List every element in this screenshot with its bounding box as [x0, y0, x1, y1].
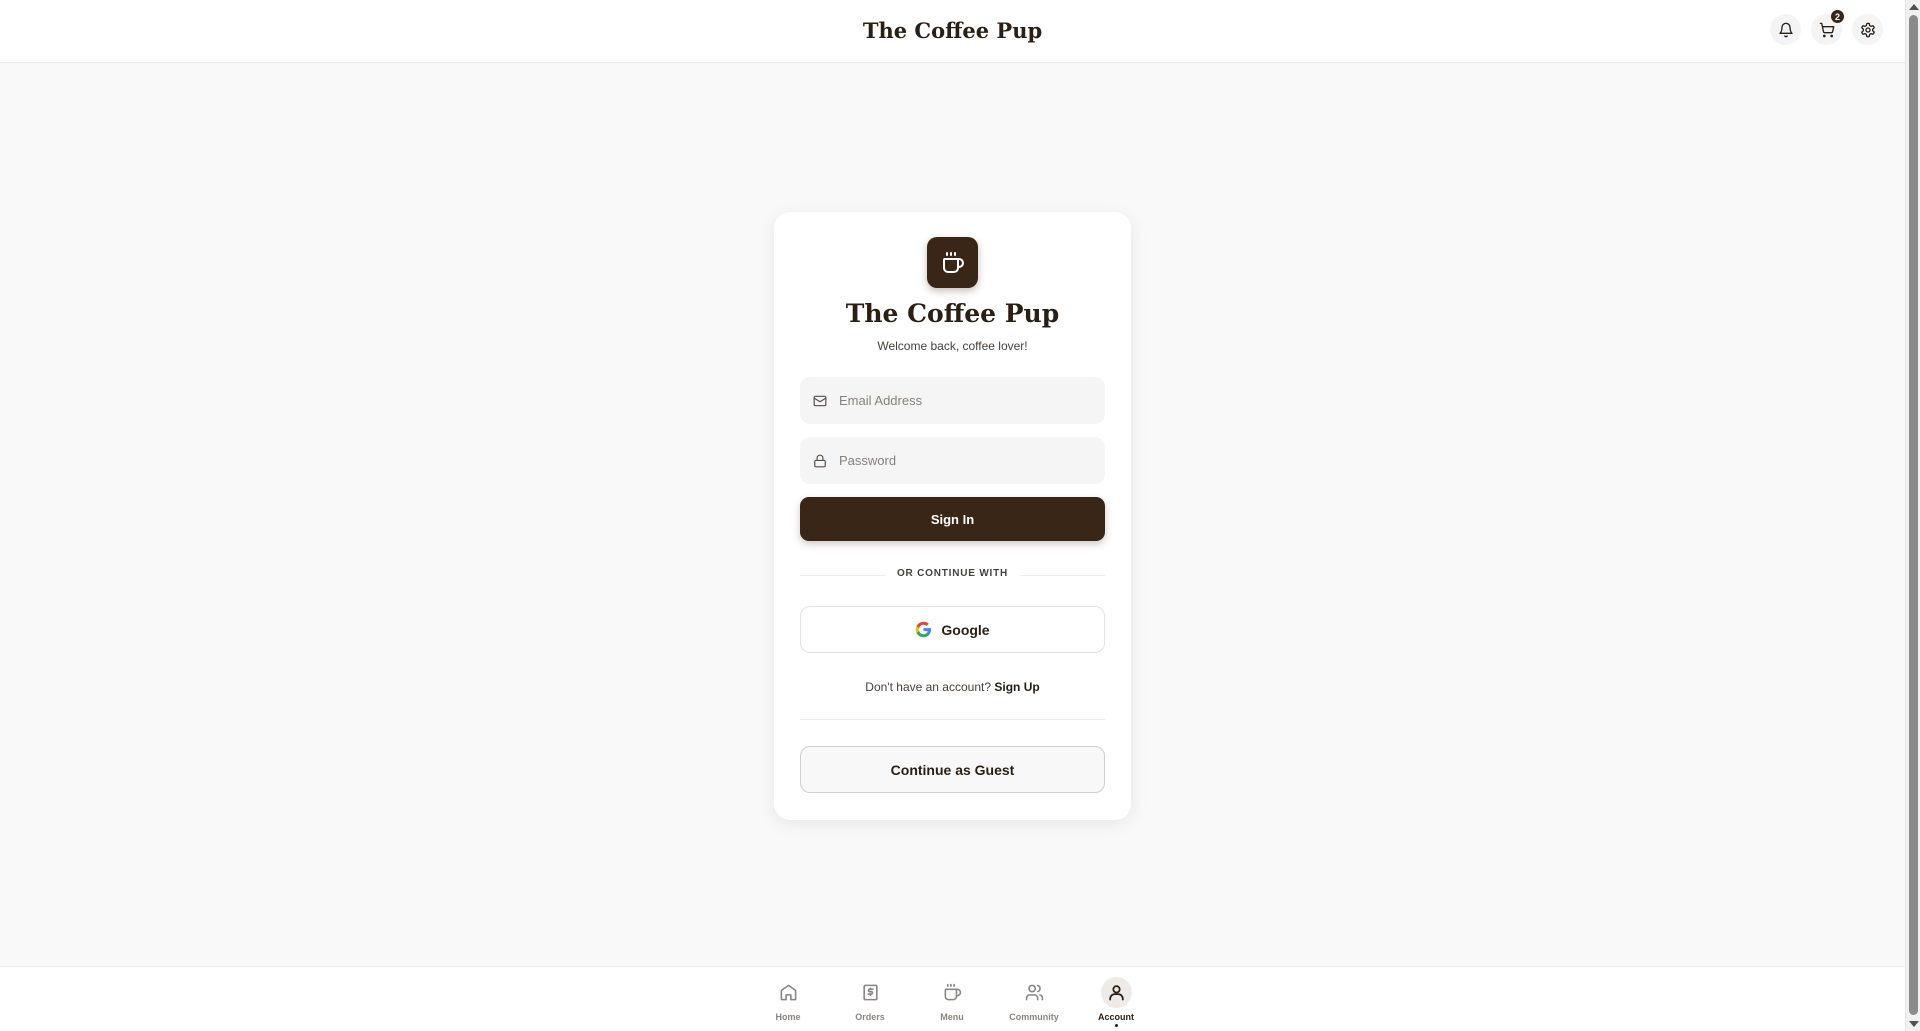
users-icon: [1025, 984, 1043, 1001]
home-icon: [780, 984, 796, 1001]
nav-icon-wrap: [855, 977, 886, 1008]
email-input[interactable]: [839, 393, 1089, 408]
sign-up-link[interactable]: Sign Up: [994, 680, 1039, 694]
divider-text: OR CONTINUE WITH: [896, 568, 1009, 579]
nav-label-home: Home: [775, 1012, 801, 1022]
email-field[interactable]: [800, 377, 1105, 424]
coffee-cup-icon: [944, 983, 961, 1001]
page-scrollbar[interactable]: [1905, 0, 1920, 1031]
active-indicator-dot: [1114, 1024, 1118, 1027]
nav-label-account: Account: [1098, 1012, 1134, 1022]
nav-label-orders: Orders: [855, 1012, 885, 1022]
notifications-button[interactable]: [1770, 14, 1801, 45]
receipt-icon: [862, 984, 878, 1001]
scroll-thumb[interactable]: [1909, 15, 1918, 1015]
continue-as-guest-button[interactable]: Continue as Guest: [800, 746, 1105, 793]
nav-item-home[interactable]: Home: [753, 977, 823, 1027]
password-field[interactable]: [800, 437, 1105, 484]
signup-prompt: Don't have an account? Sign Up: [774, 680, 1131, 694]
header-actions: 2: [1770, 10, 1883, 45]
nav-label-menu: Menu: [940, 1012, 964, 1022]
login-card: The Coffee Pup Welcome back, coffee love…: [774, 212, 1131, 820]
lock-icon: [814, 454, 826, 467]
scroll-down-arrow[interactable]: [1909, 1021, 1919, 1027]
nav-icon-wrap: [937, 977, 968, 1008]
coffee-cup-icon: [942, 251, 964, 273]
cart-icon: [1819, 22, 1834, 37]
nav-item-menu[interactable]: Menu: [917, 977, 987, 1027]
nav-item-community[interactable]: Community: [999, 977, 1069, 1027]
or-divider: OR CONTINUE WITH: [800, 568, 1105, 582]
google-label: Google: [941, 621, 990, 638]
app-logo: [927, 237, 978, 288]
login-subtitle: Welcome back, coffee lover!: [877, 339, 1028, 353]
mail-icon: [813, 395, 827, 406]
google-icon: [916, 621, 932, 638]
header-title: The Coffee Pup: [862, 18, 1043, 43]
cart-count-badge: 2: [1831, 10, 1844, 23]
scroll-up-arrow[interactable]: [1909, 4, 1919, 10]
no-account-text: Don't have an account?: [865, 680, 992, 694]
nav-icon-wrap: [1100, 977, 1132, 1008]
nav-item-orders[interactable]: Orders: [835, 977, 905, 1027]
bell-icon: [1778, 22, 1793, 37]
top-header: The Coffee Pup 2: [0, 0, 1905, 63]
bottom-nav: Home Orders Menu Community Account: [0, 966, 1905, 1031]
user-icon: [1108, 985, 1124, 1001]
nav-icon-wrap: [773, 977, 804, 1008]
password-input[interactable]: [839, 453, 1089, 468]
login-title: The Coffee Pup: [845, 299, 1060, 328]
settings-button[interactable]: [1852, 14, 1883, 45]
nav-item-account[interactable]: Account: [1081, 977, 1151, 1027]
google-signin-button[interactable]: Google: [800, 606, 1105, 653]
cart-button[interactable]: 2: [1811, 10, 1844, 45]
divider-line-right: [1020, 575, 1105, 576]
nav-label-community: Community: [1009, 1012, 1059, 1022]
nav-icon-wrap: [1019, 977, 1050, 1008]
gear-icon: [1860, 22, 1875, 37]
sign-in-button[interactable]: Sign In: [800, 497, 1105, 541]
card-separator: [800, 719, 1105, 720]
